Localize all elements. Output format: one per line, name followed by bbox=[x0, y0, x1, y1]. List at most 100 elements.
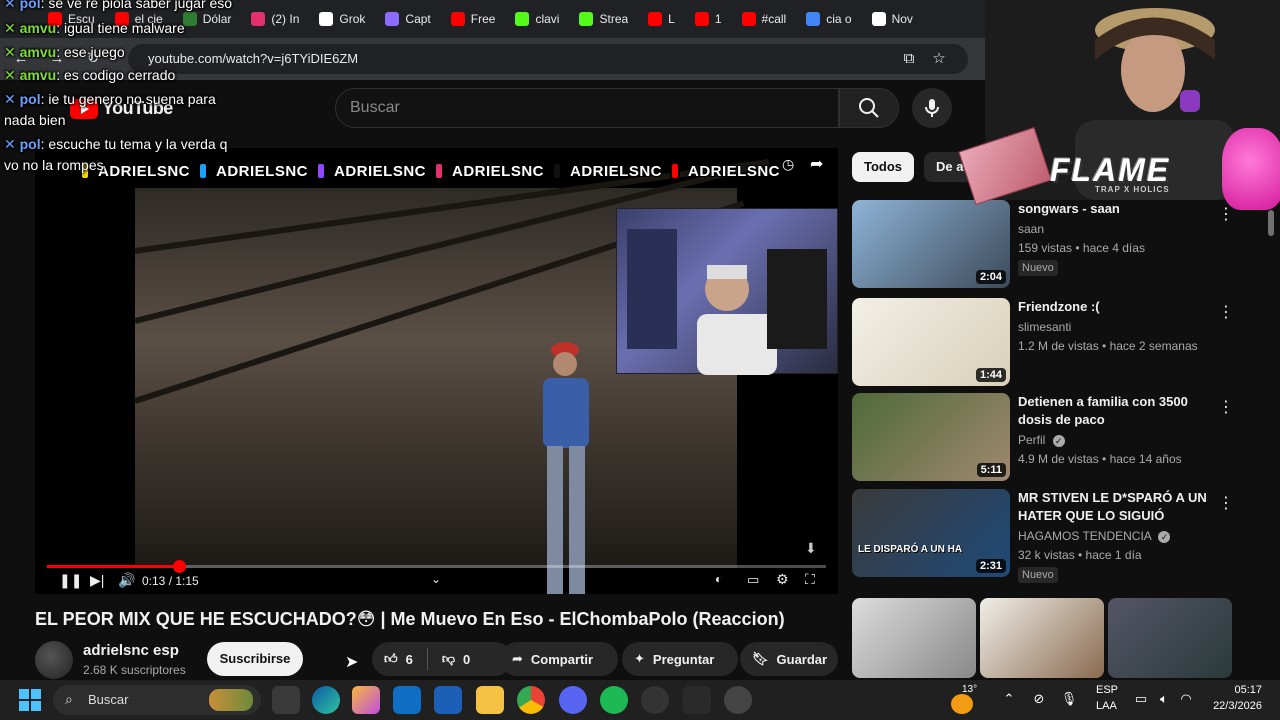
network-off-icon[interactable]: ⊘ bbox=[1030, 690, 1048, 708]
video-thumbnail[interactable]: 1:44 bbox=[852, 298, 1010, 386]
microphone-icon[interactable]: 🎙︎ bbox=[1060, 690, 1078, 708]
clock-time[interactable]: 05:17 bbox=[1206, 684, 1262, 696]
chat-user: pol bbox=[19, 0, 41, 11]
tab-favicon-icon bbox=[319, 12, 334, 26]
discord-icon[interactable] bbox=[559, 686, 587, 714]
chevron-down-icon[interactable]: ⌄ bbox=[431, 572, 441, 586]
tab-label: Strea bbox=[599, 12, 629, 26]
browser-tab[interactable]: Nov bbox=[864, 4, 921, 34]
download-icon[interactable]: ⬇ bbox=[805, 540, 817, 557]
banner-handle: ADRIELSNC bbox=[687, 162, 780, 180]
duration-badge: 2:31 bbox=[975, 559, 1006, 573]
voice-search-button[interactable] bbox=[912, 88, 952, 128]
settings-gear-icon[interactable]: ⚙ bbox=[776, 571, 789, 588]
browser-tab[interactable]: clavi bbox=[507, 4, 567, 34]
browser-tab[interactable]: Grok bbox=[311, 4, 373, 34]
shorts-thumbnail[interactable] bbox=[852, 598, 976, 678]
search-button[interactable] bbox=[839, 88, 899, 128]
keyboard-layout[interactable]: LAA bbox=[1096, 700, 1117, 712]
video-thumbnail[interactable]: 5:11 bbox=[852, 393, 1010, 481]
subscribe-button[interactable]: Suscribirse bbox=[207, 642, 303, 676]
banner-handle: ADRIELSNC bbox=[451, 162, 544, 180]
rec-title[interactable]: songwars - saan bbox=[1018, 200, 1208, 218]
chrome-icon[interactable] bbox=[517, 686, 545, 714]
next-icon[interactable]: ▶| bbox=[90, 572, 104, 589]
browser-tab[interactable]: cia o bbox=[798, 4, 859, 34]
progress-bar[interactable] bbox=[47, 560, 826, 573]
weather-icon[interactable] bbox=[951, 694, 973, 714]
chat-message: ✕ pol: ie tu genero no suena para bbox=[4, 90, 216, 108]
edge-icon[interactable] bbox=[312, 686, 340, 714]
fullscreen-icon[interactable]: ⛶ bbox=[805, 571, 815, 588]
recommendation-item[interactable]: LE DISPARÓ A UN HA 2:31 MR STIVEN LE D*S… bbox=[852, 489, 1234, 583]
browser-tab[interactable]: Free bbox=[443, 4, 504, 34]
share-arrow-icon[interactable]: ➦ bbox=[810, 154, 823, 174]
more-options-icon[interactable]: ⋮ bbox=[1218, 493, 1234, 513]
chip-todos[interactable]: Todos bbox=[852, 152, 915, 182]
search-input[interactable]: Buscar bbox=[335, 88, 839, 128]
rec-channel-row[interactable]: Perfil ✓ bbox=[1018, 433, 1065, 447]
video-thumbnail[interactable]: LE DISPARÓ A UN HA 2:31 bbox=[852, 489, 1010, 577]
obs-icon[interactable] bbox=[641, 686, 669, 714]
recommendation-item[interactable]: 5:11 Detienen a familia con 3500 dosis d… bbox=[852, 393, 1234, 483]
spotify-icon[interactable] bbox=[600, 686, 628, 714]
clock-date[interactable]: 22/3/2026 bbox=[1196, 700, 1262, 712]
windows-start-icon[interactable] bbox=[19, 689, 41, 711]
browser-tab[interactable]: L bbox=[640, 4, 683, 34]
browser-tab[interactable]: #call bbox=[734, 4, 795, 34]
autoplay-toggle[interactable]: ◐ bbox=[715, 572, 722, 586]
file-explorer-icon[interactable] bbox=[476, 686, 504, 714]
bookmark-star-icon[interactable]: ☆ bbox=[930, 50, 948, 68]
chat-message: vo no la rompes bbox=[4, 156, 104, 174]
scrollbar-thumb[interactable] bbox=[1268, 210, 1274, 236]
twitter-badge-icon: ✕ bbox=[4, 0, 16, 11]
rec-title[interactable]: Detienen a familia con 3500 dosis de pac… bbox=[1018, 393, 1208, 429]
media-player-icon[interactable] bbox=[724, 686, 752, 714]
like-button[interactable]: 👍︎ 6 bbox=[384, 651, 413, 667]
shorts-thumbnail[interactable] bbox=[980, 598, 1104, 678]
task-view-icon[interactable] bbox=[272, 686, 300, 714]
browser-tab[interactable]: 1 bbox=[687, 4, 730, 34]
more-options-icon[interactable]: ⋮ bbox=[1218, 397, 1234, 417]
epic-games-icon[interactable] bbox=[683, 686, 711, 714]
recommendation-item[interactable]: 2:04 songwars - saan saan 159 vistas • h… bbox=[852, 200, 1234, 290]
channel-avatar[interactable] bbox=[35, 641, 73, 679]
language-indicator[interactable]: ESP bbox=[1096, 684, 1118, 696]
watch-later-icon[interactable]: ◷ bbox=[782, 156, 794, 173]
speaker-icon[interactable]: 🔈︎ bbox=[1155, 690, 1173, 708]
display-icon[interactable]: ▭ bbox=[1132, 690, 1150, 708]
share-button[interactable]: ➦ Compartir bbox=[500, 642, 618, 676]
rec-channel-row[interactable]: HAGAMOS TENDENCIA ✓ bbox=[1018, 529, 1171, 543]
channel-name[interactable]: adrielsnc esp bbox=[83, 642, 179, 659]
browser-tab[interactable]: Strea bbox=[571, 4, 636, 34]
rec-title[interactable]: MR STIVEN LE D*SPARÓ A UN HATER QUE LO S… bbox=[1018, 489, 1208, 525]
recommendation-item[interactable]: 1:44 Friendzone :( slimesanti 1.2 M de v… bbox=[852, 298, 1234, 388]
pause-icon[interactable]: ❚❚ bbox=[59, 572, 82, 589]
store-icon[interactable] bbox=[393, 686, 421, 714]
rec-channel[interactable]: slimesanti bbox=[1018, 320, 1071, 334]
outlook-icon[interactable] bbox=[434, 686, 462, 714]
ask-button[interactable]: ✦ Preguntar bbox=[622, 642, 738, 676]
tab-label: Nov bbox=[891, 12, 913, 26]
twitter-badge-icon: ✕ bbox=[4, 91, 16, 107]
more-options-icon[interactable]: ⋮ bbox=[1218, 302, 1234, 322]
video-thumbnail[interactable]: 2:04 bbox=[852, 200, 1010, 288]
chevron-up-icon[interactable]: ⌃ bbox=[1000, 690, 1018, 708]
save-button[interactable]: 🔖︎ Guardar bbox=[740, 642, 838, 676]
dislike-button[interactable]: 👎︎ 0 bbox=[442, 651, 470, 667]
more-options-icon[interactable]: ⋮ bbox=[1218, 204, 1234, 224]
tab-favicon-icon bbox=[515, 12, 530, 26]
subtitles-icon[interactable]: ▭ bbox=[747, 572, 759, 588]
taskbar-search[interactable]: ⌕ Buscar bbox=[53, 685, 261, 715]
browser-tab[interactable]: Capt bbox=[377, 4, 438, 34]
copilot-icon[interactable] bbox=[352, 686, 380, 714]
video-player[interactable]: ADRIELSNC ADRIELSNC ADRIELSNC ADRIELSNC … bbox=[35, 148, 838, 594]
shorts-thumbnail[interactable] bbox=[1108, 598, 1232, 678]
rec-channel[interactable]: saan bbox=[1018, 222, 1044, 236]
rec-title[interactable]: Friendzone :( bbox=[1018, 298, 1208, 316]
rec-meta: 159 vistas • hace 4 días bbox=[1018, 241, 1145, 255]
rec-meta: 4.9 M de vistas • hace 14 años bbox=[1018, 452, 1182, 466]
volume-icon[interactable]: 🔊 bbox=[118, 572, 135, 589]
wifi-icon[interactable]: ◠ bbox=[1177, 690, 1195, 708]
install-app-icon[interactable]: ⧉ bbox=[900, 50, 918, 68]
